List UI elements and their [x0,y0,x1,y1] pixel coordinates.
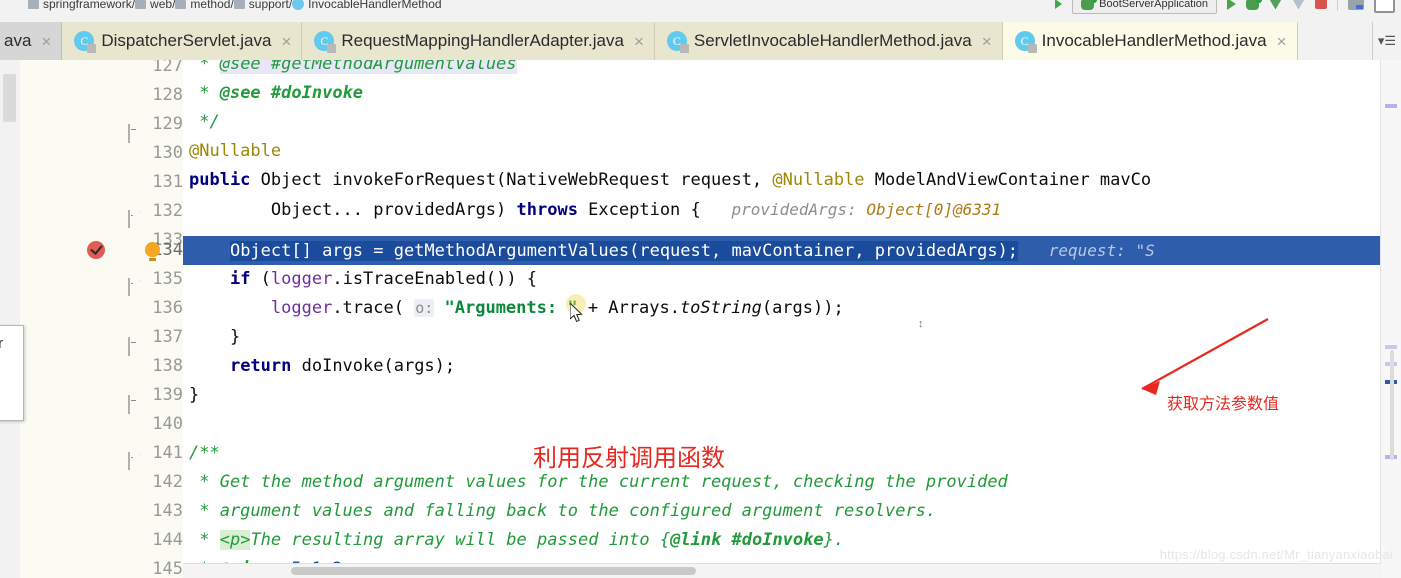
breadcrumb-label: method [190,0,231,11]
tab-list-menu-icon[interactable]: ▾☰ [1372,22,1401,60]
breadcrumb-label: springframework [43,0,132,11]
package-icon [135,0,147,9]
fold-marker-icon[interactable] [128,332,141,356]
close-icon[interactable]: × [982,33,992,50]
popup-row[interactable]: cat [0,386,23,414]
editor-tab-0[interactable]: ava × [0,22,63,60]
line-number: 131 [152,172,183,192]
breadcrumb-label: InvocableHandlerMethod [308,0,442,11]
editor-gutter[interactable]: 127 128 129 130 131 132 133 134 135 136 … [20,60,183,578]
package-icon [233,0,245,9]
package-icon [28,0,39,9]
popup-row[interactable]: Cor [0,330,23,358]
java-class-icon: C [1014,31,1037,53]
breadcrumb-item-method[interactable]: method [175,0,230,11]
breadcrumb-item-springframework[interactable]: springframework [28,0,132,11]
fold-marker-icon[interactable] [128,205,141,228]
editor-tab-dispatcherservlet[interactable]: C DispatcherServlet.java × [62,22,303,60]
horizontal-scrollbar-thumb[interactable] [291,567,696,575]
close-icon[interactable]: × [41,33,51,50]
mouse-cursor-icon [570,303,583,323]
run-button[interactable] [1227,0,1236,10]
run-with-coverage-button[interactable] [1269,0,1282,10]
editor-tab-requestmappinghandleradapter[interactable]: C RequestMappingHandlerAdapter.java × [302,22,655,60]
breadcrumb-item-web[interactable]: web [135,0,172,11]
editor-tab-servletinvocablehandlermethod[interactable]: C ServletInvocableHandlerMethod.java × [654,22,1003,60]
fold-marker-icon[interactable] [128,447,141,470]
fold-marker-icon[interactable] [128,390,141,414]
intention-bulb-icon[interactable] [145,242,160,261]
popup-row[interactable]: ler [0,358,23,386]
run-toolbar: BootServerApplication [1055,0,1395,14]
editor-tab-label: RequestMappingHandlerAdapter.java [341,31,624,50]
breakpoint-icon[interactable] [87,241,105,259]
resize-cursor-icon: ↕ [918,318,924,330]
debug-button[interactable] [1246,0,1262,10]
layout-button[interactable] [1348,0,1364,10]
package-icon [175,0,187,9]
java-class-icon: C [74,31,97,53]
line-number: 127 [152,60,183,76]
line-number: 130 [152,143,183,163]
profile-button[interactable] [1292,0,1305,10]
horizontal-scrollbar[interactable] [183,563,1381,578]
editor-tabs: ava × C DispatcherServlet.java × C Reque… [0,22,1298,60]
line-number: 140 [152,414,183,434]
stripe-marker[interactable] [1385,104,1397,108]
editor-tab-invocablehandlermethod[interactable]: C InvocableHandlerMethod.java × [1002,22,1298,60]
error-stripe-scrollbar[interactable] [1380,60,1401,578]
annotation-text-reflection: 利用反射调用函数 [533,444,725,472]
vertical-scrollbar-thumb[interactable] [1390,350,1394,460]
window-button[interactable] [1374,0,1395,13]
fold-marker-icon[interactable] [128,119,141,143]
stop-button[interactable] [1315,0,1327,9]
close-icon[interactable]: × [634,33,644,50]
java-class-icon: C [314,31,337,53]
breadcrumb-item-class[interactable]: InvocableHandlerMethod [292,0,442,11]
fold-marker-icon[interactable] [128,273,141,296]
top-toolbar-strip: springframework / web / method / support… [0,0,1401,14]
run-icon-left[interactable] [1055,0,1063,9]
editor-tab-bar: ava × C DispatcherServlet.java × C Reque… [0,14,1401,61]
line-number: 144 [152,530,183,550]
java-class-icon: C [666,31,689,53]
breadcrumb: springframework / web / method / support… [28,0,442,13]
run-configuration-label: BootServerApplication [1099,0,1208,10]
toolbar-divider [1337,0,1338,11]
line-number: 145 [152,559,183,578]
editor-tab-label: DispatcherServlet.java [101,31,272,50]
close-icon[interactable]: × [281,33,291,50]
watermark: https://blog.csdn.net/Mr_tianyanxiaobai [1159,547,1393,562]
breadcrumb-label: support [248,0,289,11]
line-number: 128 [152,85,183,105]
spring-boot-icon [1081,0,1098,10]
intellij-idea-window: springframework / web / method / support… [0,0,1401,578]
line-number: 142 [152,472,183,492]
editor-tab-label: ava [4,31,32,50]
run-configuration-selector[interactable]: BootServerApplication [1072,0,1217,14]
code-editor[interactable]: 127 128 129 130 131 132 133 134 135 136 … [0,60,1401,578]
line-number: 136 [152,298,183,318]
line-number: 138 [152,356,183,376]
editor-left-rail [0,60,21,578]
stripe-marker[interactable] [1385,345,1397,349]
editor-tab-label: InvocableHandlerMethod.java [1041,31,1267,50]
close-icon[interactable]: × [1277,33,1287,50]
breadcrumb-label: web [150,0,173,11]
completion-popup-sliver[interactable]: Cor ler cat [0,325,24,421]
annotation-text-get-args: 获取方法参数值 [1167,394,1280,413]
editor-tab-label: ServletInvocableHandlerMethod.java [693,31,972,50]
class-icon [292,0,305,10]
breadcrumb-item-support[interactable]: support [233,0,289,11]
tool-window-stripe-button[interactable] [3,74,16,122]
line-number: 143 [152,501,183,521]
